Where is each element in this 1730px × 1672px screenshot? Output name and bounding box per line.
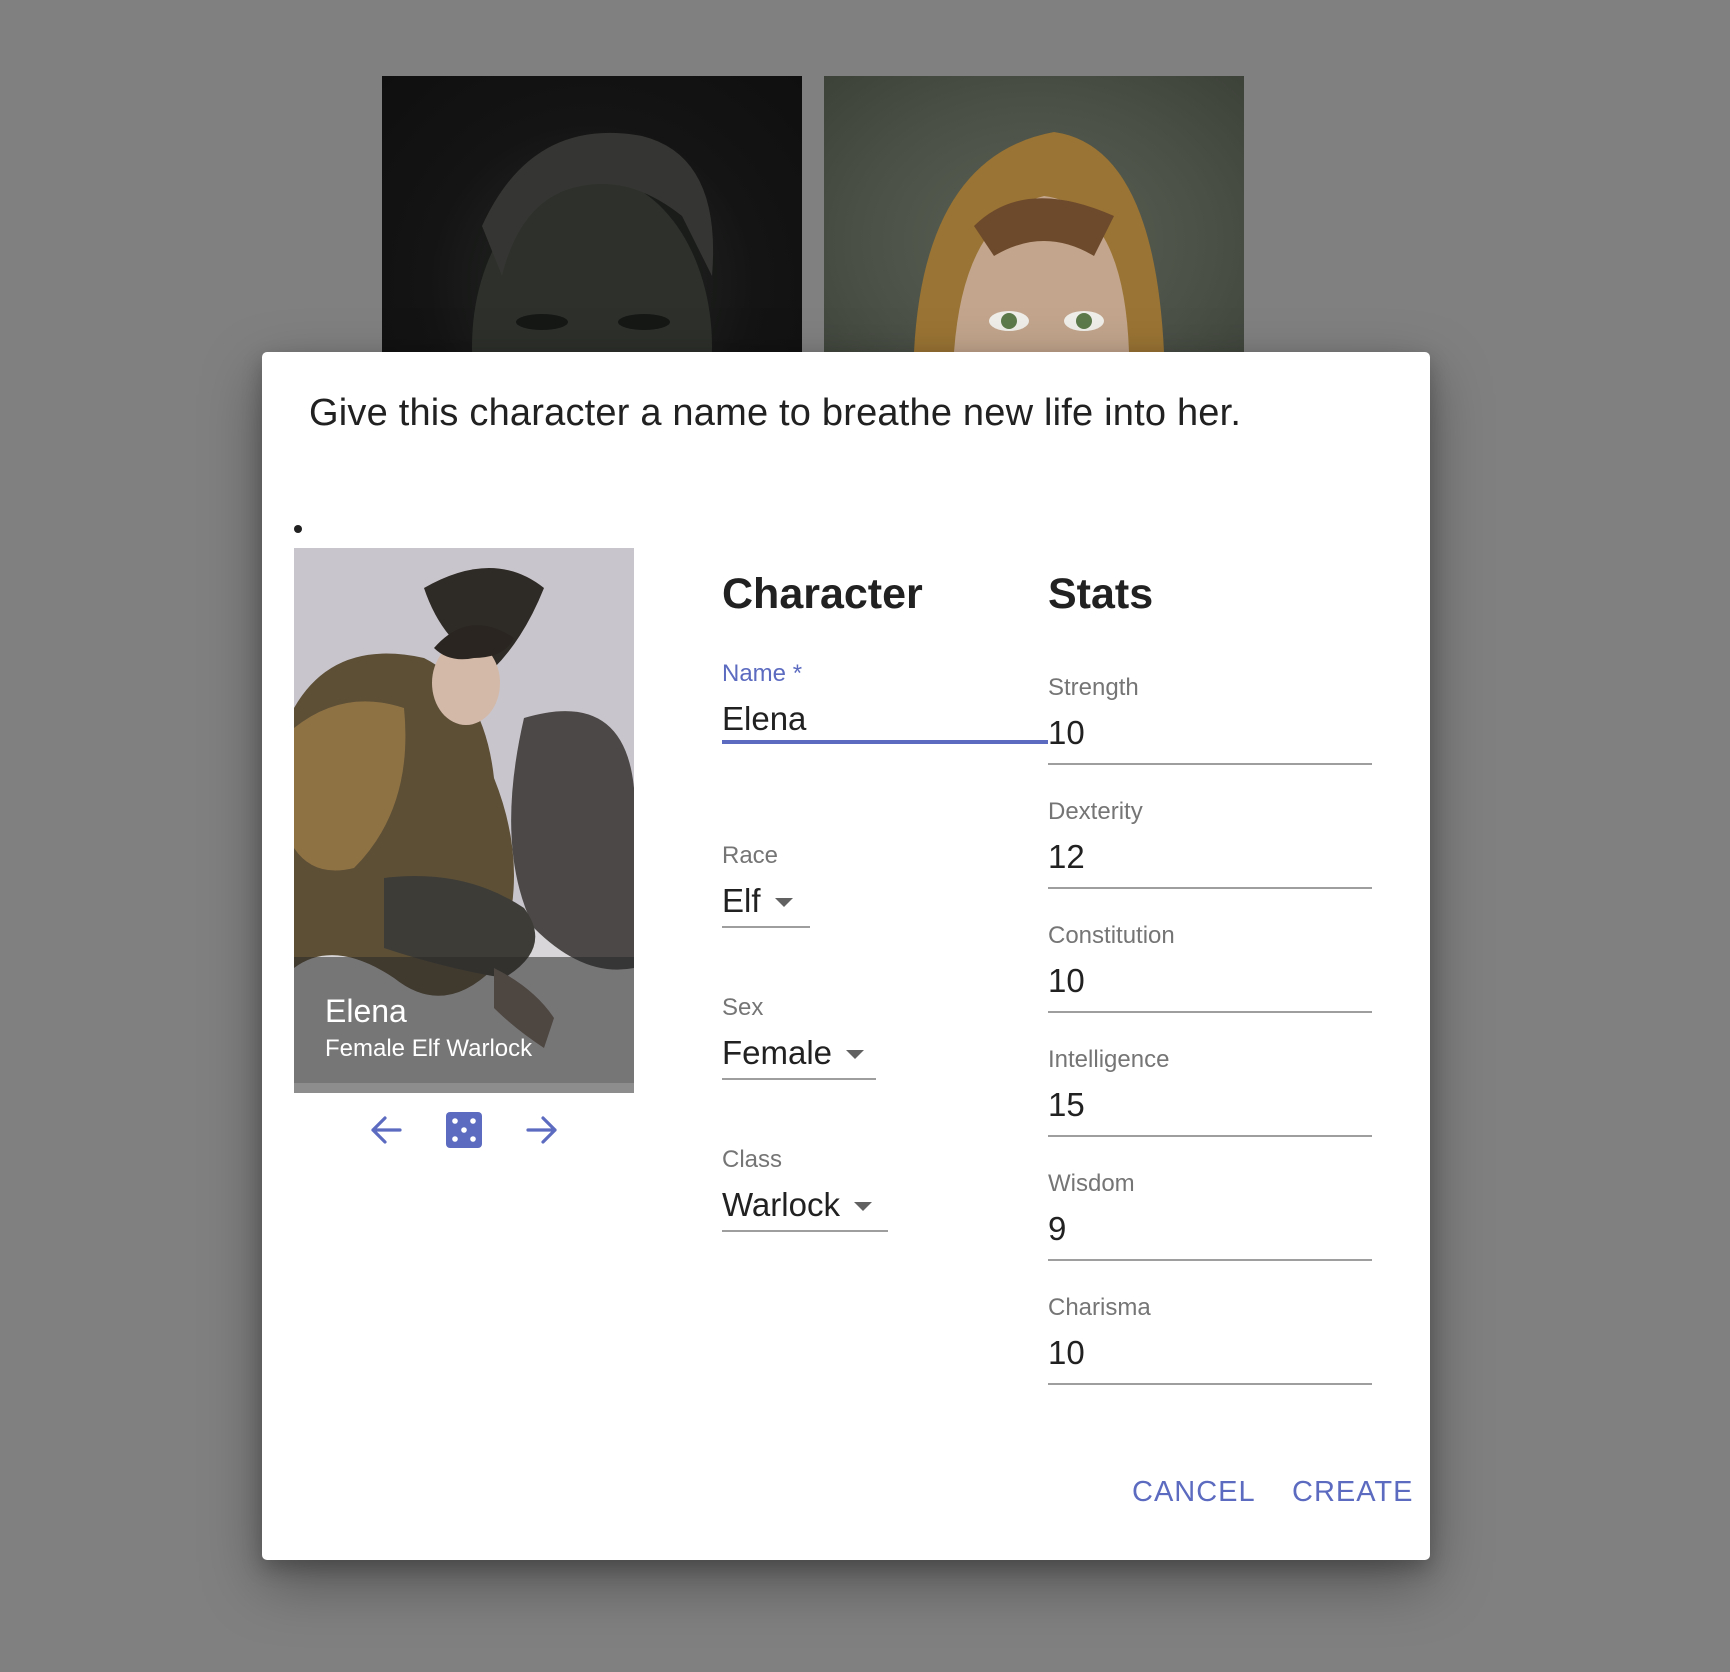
class-select-label: Class	[722, 1146, 783, 1173]
strength-underline	[1048, 763, 1372, 765]
class-select-value[interactable]: Warlock	[722, 1186, 872, 1224]
wisdom-label: Wisdom	[1048, 1170, 1135, 1197]
race-select-underline	[722, 926, 810, 928]
name-input[interactable]: Elena	[722, 700, 806, 738]
background-portrait-1	[472, 132, 714, 352]
strength-field[interactable]: Strength 10	[1048, 674, 1372, 765]
charisma-input[interactable]: 10	[1048, 1334, 1085, 1372]
charisma-label: Charisma	[1048, 1294, 1151, 1321]
constitution-field[interactable]: Constitution 10	[1048, 922, 1372, 1013]
chevron-down-icon	[853, 1202, 872, 1211]
class-selected-option: Warlock	[722, 1186, 840, 1223]
sex-select-label: Sex	[722, 994, 764, 1021]
random-portrait-button[interactable]	[438, 1104, 490, 1156]
character-portrait-card: Elena Female Elf Warlock	[294, 548, 634, 1093]
sex-select-underline	[722, 1078, 876, 1080]
intelligence-label: Intelligence	[1048, 1046, 1170, 1073]
strength-input[interactable]: 10	[1048, 714, 1085, 752]
next-portrait-button[interactable]	[516, 1104, 568, 1156]
name-field-underline	[722, 740, 1048, 744]
stats-heading: Stats	[1048, 570, 1154, 618]
character-heading: Character	[722, 570, 923, 618]
background-portrait-2	[914, 132, 1164, 352]
dexterity-label: Dexterity	[1048, 798, 1143, 825]
wisdom-field[interactable]: Wisdom 9	[1048, 1170, 1372, 1261]
wisdom-underline	[1048, 1259, 1372, 1261]
portrait-character-name: Elena	[325, 993, 407, 1029]
intelligence-underline	[1048, 1135, 1372, 1137]
previous-portrait-button[interactable]	[360, 1104, 412, 1156]
race-select-value[interactable]: Elf	[722, 882, 793, 920]
dexterity-input[interactable]: 12	[1048, 838, 1085, 876]
dexterity-underline	[1048, 887, 1372, 889]
race-select[interactable]: Race Elf	[722, 842, 810, 928]
name-field-label: Name *	[722, 660, 803, 687]
constitution-label: Constitution	[1048, 922, 1175, 949]
portrait-caption: Elena Female Elf Warlock	[294, 957, 634, 1083]
charisma-underline	[1048, 1383, 1372, 1385]
arrow-left-icon	[371, 1116, 402, 1144]
intelligence-input[interactable]: 15	[1048, 1086, 1085, 1124]
name-field[interactable]: Name * Elena	[722, 660, 1048, 744]
constitution-input[interactable]: 10	[1048, 962, 1085, 1000]
arrow-right-icon	[526, 1116, 557, 1144]
cancel-button[interactable]: CANCEL	[1132, 1476, 1256, 1509]
strength-label: Strength	[1048, 674, 1139, 701]
charisma-field[interactable]: Charisma 10	[1048, 1294, 1372, 1385]
sex-selected-option: Female	[722, 1034, 833, 1071]
list-bullet	[294, 525, 302, 533]
constitution-underline	[1048, 1011, 1372, 1013]
create-character-dialog: Give this character a name to breathe ne…	[262, 352, 1430, 1560]
chevron-down-icon	[846, 1050, 865, 1059]
chevron-down-icon	[774, 898, 793, 907]
wisdom-input[interactable]: 9	[1048, 1210, 1066, 1248]
portrait-bottom-strip	[294, 1083, 634, 1093]
sex-select-value[interactable]: Female	[722, 1034, 865, 1072]
background-character-card-2	[824, 76, 1244, 352]
background-character-card-1	[382, 76, 802, 352]
dexterity-field[interactable]: Dexterity 12	[1048, 798, 1372, 889]
dialog-title: Give this character a name to breathe ne…	[309, 392, 1242, 434]
portrait-character-description: Female Elf Warlock	[325, 1035, 533, 1062]
dice-icon	[446, 1112, 482, 1148]
race-selected-option: Elf	[722, 882, 761, 919]
intelligence-field[interactable]: Intelligence 15	[1048, 1046, 1372, 1137]
create-button[interactable]: CREATE	[1292, 1476, 1413, 1509]
portrait-navigation	[294, 1104, 634, 1156]
race-select-label: Race	[722, 842, 779, 869]
sex-select[interactable]: Sex Female	[722, 994, 876, 1080]
class-select-underline	[722, 1230, 888, 1232]
class-select[interactable]: Class Warlock	[722, 1146, 888, 1232]
